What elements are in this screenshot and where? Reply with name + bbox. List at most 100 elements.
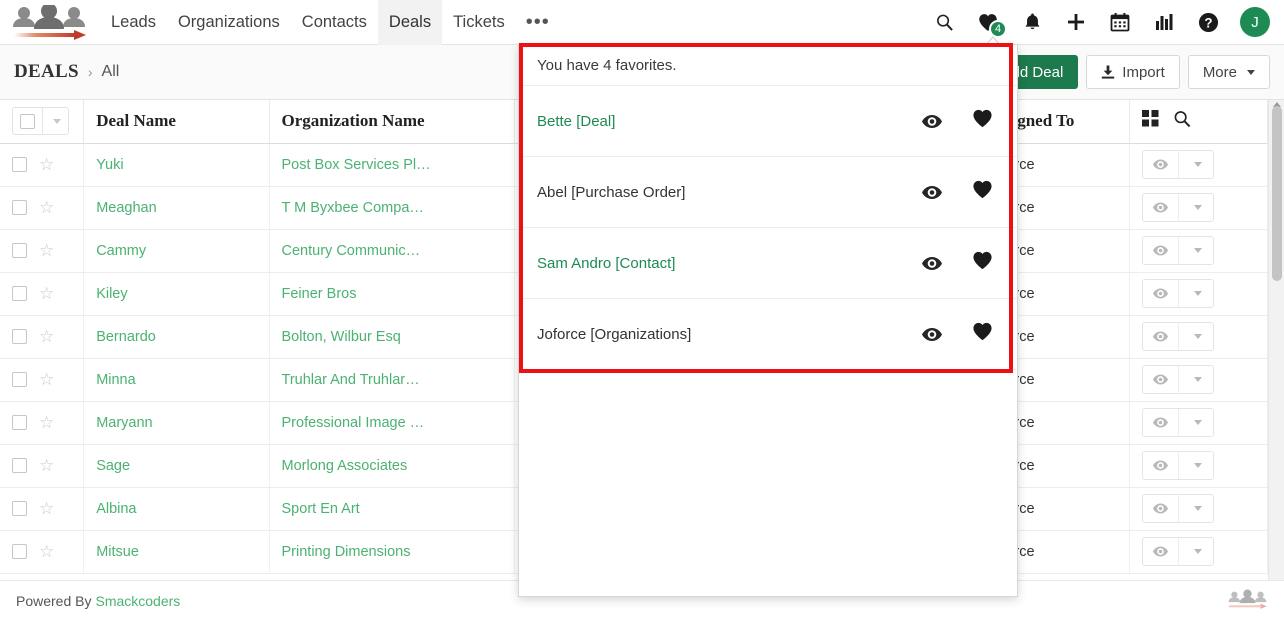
table-vertical-scrollbar[interactable] — [1268, 100, 1284, 580]
favorite-list-item[interactable]: Sam Andro [Contact] — [519, 228, 1017, 299]
row-checkbox[interactable] — [12, 157, 27, 172]
nav-item-contacts[interactable]: Contacts — [291, 0, 378, 45]
deal-name-link[interactable]: Cammy — [96, 243, 146, 259]
favorite-star-icon[interactable]: ☆ — [39, 327, 54, 347]
row-checkbox[interactable] — [12, 501, 27, 516]
row-actions-dropdown[interactable] — [1178, 495, 1213, 522]
organization-link[interactable]: T M Byxbee Compa… — [282, 200, 424, 216]
row-actions-dropdown[interactable] — [1178, 237, 1213, 264]
preview-eye-icon[interactable] — [1143, 323, 1178, 350]
deal-name-link[interactable]: Sage — [96, 458, 130, 474]
favorite-item-label[interactable]: Abel [Purchase Order] — [537, 184, 922, 201]
add-plus-icon[interactable] — [1054, 0, 1098, 45]
favorite-star-icon[interactable]: ☆ — [39, 413, 54, 433]
favorite-item-name[interactable]: Joforce — [537, 326, 586, 343]
preview-eye-icon[interactable] — [1143, 151, 1178, 178]
deal-name-link[interactable]: Albina — [96, 501, 136, 517]
organization-link[interactable]: Truhlar And Truhlar… — [282, 372, 420, 388]
select-all-group[interactable] — [12, 107, 69, 135]
favorite-item-name[interactable]: Abel — [537, 184, 567, 201]
favorite-list-item[interactable]: Bette [Deal] — [519, 86, 1017, 157]
favorite-list-item[interactable]: Abel [Purchase Order] — [519, 157, 1017, 228]
row-actions-dropdown[interactable] — [1178, 366, 1213, 393]
smackcoders-link[interactable]: Smackcoders — [95, 593, 180, 609]
organization-link[interactable]: Printing Dimensions — [282, 544, 411, 560]
nav-item-leads[interactable]: Leads — [100, 0, 167, 45]
row-actions-dropdown[interactable] — [1178, 452, 1213, 479]
row-actions-dropdown[interactable] — [1178, 323, 1213, 350]
help-question-icon[interactable]: ? — [1186, 0, 1230, 45]
notifications-bell-icon[interactable] — [1010, 0, 1054, 45]
row-checkbox[interactable] — [12, 243, 27, 258]
grid-view-icon[interactable] — [1142, 110, 1159, 132]
favorite-item-label[interactable]: Bette [Deal] — [537, 113, 922, 130]
unfavorite-heart-icon[interactable] — [972, 109, 993, 134]
preview-eye-icon[interactable] — [1143, 495, 1178, 522]
row-checkbox[interactable] — [12, 329, 27, 344]
unfavorite-heart-icon[interactable] — [972, 322, 993, 347]
row-checkbox[interactable] — [12, 286, 27, 301]
app-logo[interactable] — [0, 0, 100, 45]
table-search-icon[interactable] — [1173, 110, 1191, 133]
favorite-star-icon[interactable]: ☆ — [39, 456, 54, 476]
unfavorite-heart-icon[interactable] — [972, 180, 993, 205]
preview-eye-icon[interactable] — [1143, 194, 1178, 221]
favorite-item-label[interactable]: Sam Andro [Contact] — [537, 255, 922, 272]
deal-name-link[interactable]: Kiley — [96, 286, 127, 302]
preview-eye-icon[interactable] — [922, 115, 942, 128]
row-checkbox[interactable] — [12, 200, 27, 215]
organization-link[interactable]: Professional Image … — [282, 415, 425, 431]
organization-link[interactable]: Sport En Art — [282, 501, 360, 517]
organization-link[interactable]: Bolton, Wilbur Esq — [282, 329, 401, 345]
nav-item-tickets[interactable]: Tickets — [442, 0, 516, 45]
favorite-item-name[interactable]: Sam Andro — [537, 255, 611, 272]
row-actions-dropdown[interactable] — [1178, 538, 1213, 565]
row-checkbox[interactable] — [12, 544, 27, 559]
user-avatar[interactable]: J — [1240, 7, 1270, 37]
row-actions-dropdown[interactable] — [1178, 194, 1213, 221]
deal-name-link[interactable]: Maryann — [96, 415, 152, 431]
preview-eye-icon[interactable] — [922, 257, 942, 270]
preview-eye-icon[interactable] — [1143, 366, 1178, 393]
favorite-item-name[interactable]: Bette — [537, 113, 572, 130]
select-all-dropdown[interactable] — [43, 108, 68, 134]
preview-eye-icon[interactable] — [1143, 538, 1178, 565]
favorite-star-icon[interactable]: ☆ — [39, 542, 54, 562]
row-actions-dropdown[interactable] — [1178, 409, 1213, 436]
favorite-star-icon[interactable]: ☆ — [39, 241, 54, 261]
import-button[interactable]: Import — [1086, 55, 1180, 89]
preview-eye-icon[interactable] — [1143, 237, 1178, 264]
nav-item-deals[interactable]: Deals — [378, 0, 442, 45]
breadcrumb-view[interactable]: All — [102, 63, 120, 81]
preview-eye-icon[interactable] — [1143, 452, 1178, 479]
row-actions-dropdown[interactable] — [1178, 280, 1213, 307]
unfavorite-heart-icon[interactable] — [972, 251, 993, 276]
breadcrumb-module[interactable]: DEALS — [14, 61, 79, 83]
favorite-star-icon[interactable]: ☆ — [39, 155, 54, 175]
scrollbar-thumb[interactable] — [1272, 106, 1282, 281]
organization-link[interactable]: Post Box Services Pl… — [282, 157, 431, 173]
favorite-list-item[interactable]: Joforce [Organizations] — [519, 299, 1017, 370]
row-checkbox[interactable] — [12, 415, 27, 430]
row-checkbox[interactable] — [12, 458, 27, 473]
deal-name-link[interactable]: Meaghan — [96, 200, 156, 216]
nav-item-organizations[interactable]: Organizations — [167, 0, 291, 45]
analytics-chart-icon[interactable] — [1142, 0, 1186, 45]
search-icon[interactable] — [922, 0, 966, 45]
nav-more-ellipsis-icon[interactable]: ••• — [516, 0, 560, 45]
favorite-star-icon[interactable]: ☆ — [39, 370, 54, 390]
favorite-star-icon[interactable]: ☆ — [39, 499, 54, 519]
organization-link[interactable]: Century Communic… — [282, 243, 421, 259]
row-checkbox[interactable] — [12, 372, 27, 387]
row-actions-dropdown[interactable] — [1178, 151, 1213, 178]
deal-name-link[interactable]: Yuki — [96, 157, 123, 173]
preview-eye-icon[interactable] — [922, 186, 942, 199]
select-all-checkbox[interactable] — [13, 108, 43, 134]
preview-eye-icon[interactable] — [1143, 409, 1178, 436]
header-organization-name[interactable]: Organization Name — [269, 100, 514, 143]
deal-name-link[interactable]: Minna — [96, 372, 136, 388]
favorite-star-icon[interactable]: ☆ — [39, 198, 54, 218]
header-deal-name[interactable]: Deal Name — [84, 100, 269, 143]
deal-name-link[interactable]: Mitsue — [96, 544, 139, 560]
calendar-icon[interactable] — [1098, 0, 1142, 45]
